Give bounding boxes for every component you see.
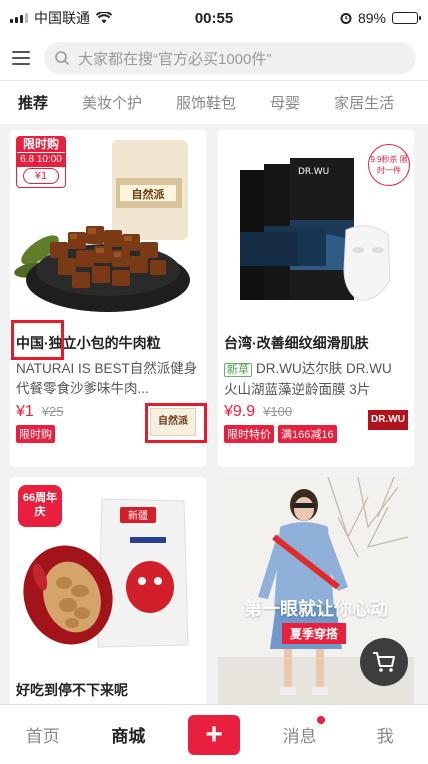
battery-percent: 89%	[357, 10, 386, 26]
nav-me[interactable]: 我	[342, 722, 428, 747]
promo-tag: 限时特价	[224, 425, 274, 443]
carrier-label: 中国联通	[34, 10, 90, 26]
brand-logo-text: DR.WU	[371, 414, 405, 425]
original-price: ¥25	[41, 404, 64, 419]
brand-logo: DR.WU	[368, 410, 408, 430]
product-image: 新疆 66周年庆	[10, 477, 206, 672]
tab-recommend[interactable]: 推荐	[18, 92, 48, 113]
nav-add[interactable]: +	[171, 714, 257, 755]
discount-tag: 满166减16	[278, 425, 337, 443]
product-card[interactable]: 新疆 66周年庆 好吃到停不下来呢	[10, 477, 206, 704]
tab-baby[interactable]: 母婴	[270, 92, 300, 113]
promo-sticker: 9.9秒杀 限时一件	[368, 144, 410, 186]
menu-icon[interactable]	[12, 51, 30, 65]
status-time: 00:55	[194, 9, 234, 27]
product-image: 自然派 限时购 6.8 10:00 ¥1	[10, 130, 206, 325]
search-header: 大家都在搜“官方必买1000件”	[0, 36, 428, 80]
bottom-nav: 首页 商城 + 消息 我	[0, 704, 428, 764]
category-tabs: 推荐 美妆个护 服饰鞋包 母婴 家居生活	[0, 80, 428, 124]
nav-mall[interactable]: 商城	[86, 722, 172, 747]
product-grid: 自然派 限时购 6.8 10:00 ¥1 中国·独立小包的牛肉粒 NATURAI…	[10, 130, 418, 704]
product-desc: 新草 DR.WU达尔肤 DR.WU 火山湖蓝藻逆龄面膜 3片	[218, 359, 414, 399]
search-placeholder: 大家都在搜“官方必买1000件”	[78, 50, 272, 68]
cart-icon	[373, 652, 395, 672]
new-tag: 新草	[224, 363, 252, 377]
tab-fashion[interactable]: 服饰鞋包	[176, 92, 236, 113]
product-title: 台湾·改善细纹细滑肌肤	[224, 335, 369, 351]
highlight-box-logo	[145, 403, 207, 443]
product-price: ¥1	[16, 403, 34, 420]
brand-pack-text: 自然派	[132, 187, 166, 201]
original-price: ¥100	[263, 404, 293, 419]
badge-label: 限时购	[17, 137, 65, 152]
tab-beauty[interactable]: 美妆个护	[82, 92, 142, 113]
pack-brand-text: 新疆	[128, 509, 148, 522]
badge-time: 6.8 10:00	[17, 153, 65, 167]
nav-messages-label: 消息	[282, 727, 317, 746]
badge-price: ¥1	[23, 168, 59, 184]
wifi-icon	[96, 12, 112, 24]
cart-button[interactable]	[360, 638, 408, 686]
sticker-text: 9.9秒杀 限时一件	[370, 155, 408, 175]
nav-home[interactable]: 首页	[0, 722, 86, 747]
flash-sale-badge: 限时购 6.8 10:00 ¥1	[16, 136, 66, 188]
product-desc: NATURAI IS BEST自然派健身代餐零食沙爹味牛肉...	[16, 361, 198, 396]
search-icon	[55, 51, 70, 66]
add-button[interactable]: +	[187, 714, 240, 755]
banner-tag: 夏季穿搭	[282, 623, 347, 644]
anniversary-text: 66周年庆	[22, 492, 58, 518]
status-bar: 中国联通 00:55 89%	[0, 0, 428, 36]
pack-brand-text: DR.WU	[298, 167, 329, 177]
search-input[interactable]: 大家都在搜“官方必买1000件”	[44, 42, 416, 74]
nav-messages[interactable]: 消息	[257, 716, 343, 747]
product-image: DR.WU 9.9秒杀 限时一件	[218, 130, 414, 325]
signal-icon	[10, 13, 28, 23]
tab-home[interactable]: 家居生活	[334, 92, 394, 113]
promo-tag: 限时购	[16, 425, 55, 443]
product-price: ¥9.9	[224, 403, 256, 420]
anniversary-badge: 66周年庆	[18, 485, 62, 527]
product-title: 好吃到停不下来呢	[16, 682, 128, 698]
highlight-box-title	[11, 320, 64, 360]
banner-headline: 第一眼就让你心动	[244, 599, 388, 619]
product-card[interactable]: DR.WU 9.9秒杀 限时一件 台湾·改善细纹细滑肌肤 新草 DR.WU达尔肤 …	[218, 130, 414, 467]
alarm-icon	[340, 13, 352, 24]
battery-icon	[392, 12, 421, 24]
unread-dot	[316, 716, 325, 724]
